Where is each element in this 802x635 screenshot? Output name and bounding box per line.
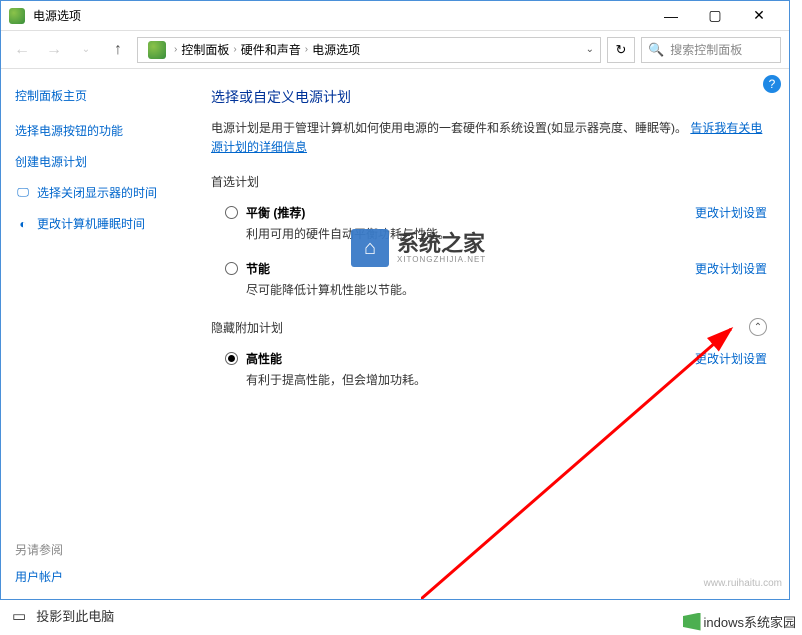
back-button[interactable]: ←: [9, 37, 35, 63]
sidebar-choose-power-button[interactable]: 选择电源按钮的功能: [15, 122, 187, 139]
monitor-icon: 🖵: [15, 185, 31, 201]
plan-power-saver: 节能 尽可能降低计算机性能以节能。 更改计划设置: [211, 256, 767, 312]
plan-balanced: 平衡 (推荐) 利用可用的硬件自动平衡功耗与性能。 更改计划设置: [211, 200, 767, 256]
sidebar-create-power-plan[interactable]: 创建电源计划: [15, 153, 187, 170]
radio-high-performance[interactable]: [225, 352, 238, 365]
ruihaitu-watermark: www.ruihaitu.com: [704, 578, 782, 589]
page-title: 选择或自定义电源计划: [211, 87, 767, 107]
sidebar-sleep-time[interactable]: ◐ 更改计算机睡眠时间: [15, 215, 187, 232]
content-body: ? 控制面板主页 选择电源按钮的功能 创建电源计划 🖵 选择关闭显示器的时间 ◐…: [1, 69, 789, 599]
hidden-plans-header: 隐藏附加计划 ⌃: [211, 318, 767, 336]
maximize-button[interactable]: ▢: [693, 1, 737, 31]
minimize-button[interactable]: —: [649, 1, 693, 31]
sidebar-footer: 另请参阅 用户帐户: [15, 541, 63, 585]
plan-name: 节能: [246, 260, 683, 277]
plan-name: 高性能: [246, 350, 683, 367]
chevron-right-icon: ›: [233, 44, 236, 55]
toolbar: ← → ⌄ ↑ › 控制面板 › 硬件和声音 › 电源选项 ⌄ ↻ 🔍 搜索控制…: [1, 31, 789, 69]
window-controls: — ▢ ✕: [649, 1, 781, 31]
collapse-icon[interactable]: ⌃: [749, 318, 767, 336]
preferred-plans-label: 首选计划: [211, 173, 767, 190]
plan-name: 平衡 (推荐): [246, 204, 683, 221]
plan-high-performance: 高性能 有利于提高性能，但会增加功耗。 更改计划设置: [211, 346, 767, 402]
project-icon: ▭: [12, 607, 26, 625]
change-plan-settings-link[interactable]: 更改计划设置: [695, 204, 767, 221]
close-button[interactable]: ✕: [737, 1, 781, 31]
windows-logo-icon: [683, 613, 701, 631]
moon-icon: ◐: [15, 216, 31, 232]
radio-power-saver[interactable]: [225, 262, 238, 275]
forward-button[interactable]: →: [41, 37, 67, 63]
radio-balanced[interactable]: [225, 206, 238, 219]
address-icon: [148, 41, 166, 59]
plan-desc: 尽可能降低计算机性能以节能。: [246, 281, 683, 298]
user-accounts-link[interactable]: 用户帐户: [15, 568, 63, 585]
search-icon: 🔍: [648, 42, 664, 58]
hidden-plans-label: 隐藏附加计划: [211, 319, 283, 336]
breadcrumb-control-panel[interactable]: 控制面板: [181, 41, 229, 58]
up-button[interactable]: ↑: [105, 37, 131, 63]
change-plan-settings-link[interactable]: 更改计划设置: [695, 350, 767, 367]
plan-desc: 利用可用的硬件自动平衡功耗与性能。: [246, 225, 683, 242]
search-placeholder: 搜索控制面板: [670, 41, 742, 58]
sidebar: 控制面板主页 选择电源按钮的功能 创建电源计划 🖵 选择关闭显示器的时间 ◐ 更…: [1, 69, 201, 599]
sidebar-item-label: 更改计算机睡眠时间: [37, 215, 145, 232]
history-dropdown[interactable]: ⌄: [73, 37, 99, 63]
sidebar-item-label: 选择电源按钮的功能: [15, 122, 123, 139]
power-options-window: 电源选项 — ▢ ✕ ← → ⌄ ↑ › 控制面板 › 硬件和声音 › 电源选项…: [0, 0, 790, 600]
sidebar-display-off-time[interactable]: 🖵 选择关闭显示器的时间: [15, 184, 187, 201]
chevron-right-icon: ›: [174, 44, 177, 55]
refresh-button[interactable]: ↻: [607, 37, 635, 63]
window-title: 电源选项: [33, 7, 649, 24]
control-panel-home-link[interactable]: 控制面板主页: [15, 87, 187, 104]
taskbar-project-item[interactable]: ▭ 投影到此电脑: [12, 606, 114, 625]
change-plan-settings-link[interactable]: 更改计划设置: [695, 260, 767, 277]
search-box[interactable]: 🔍 搜索控制面板: [641, 37, 781, 63]
breadcrumb-power-options[interactable]: 电源选项: [312, 41, 360, 58]
app-icon: [9, 8, 25, 24]
page-description: 电源计划是用于管理计算机如何使用电源的一套硬件和系统设置(如显示器亮度、睡眠等)…: [211, 119, 767, 157]
bottom-site-logo: indows系统家园: [683, 612, 796, 631]
breadcrumb-hardware-sound[interactable]: 硬件和声音: [241, 41, 301, 58]
see-also-label: 另请参阅: [15, 541, 63, 558]
chevron-right-icon: ›: [305, 44, 308, 55]
address-breadcrumb[interactable]: › 控制面板 › 硬件和声音 › 电源选项 ⌄: [137, 37, 601, 63]
sidebar-item-label: 选择关闭显示器的时间: [37, 184, 157, 201]
plan-desc: 有利于提高性能，但会增加功耗。: [246, 371, 683, 388]
main-content: 选择或自定义电源计划 电源计划是用于管理计算机如何使用电源的一套硬件和系统设置(…: [201, 69, 789, 599]
breadcrumb-dropdown-icon[interactable]: ⌄: [586, 44, 594, 55]
sidebar-item-label: 创建电源计划: [15, 153, 87, 170]
titlebar: 电源选项 — ▢ ✕: [1, 1, 789, 31]
